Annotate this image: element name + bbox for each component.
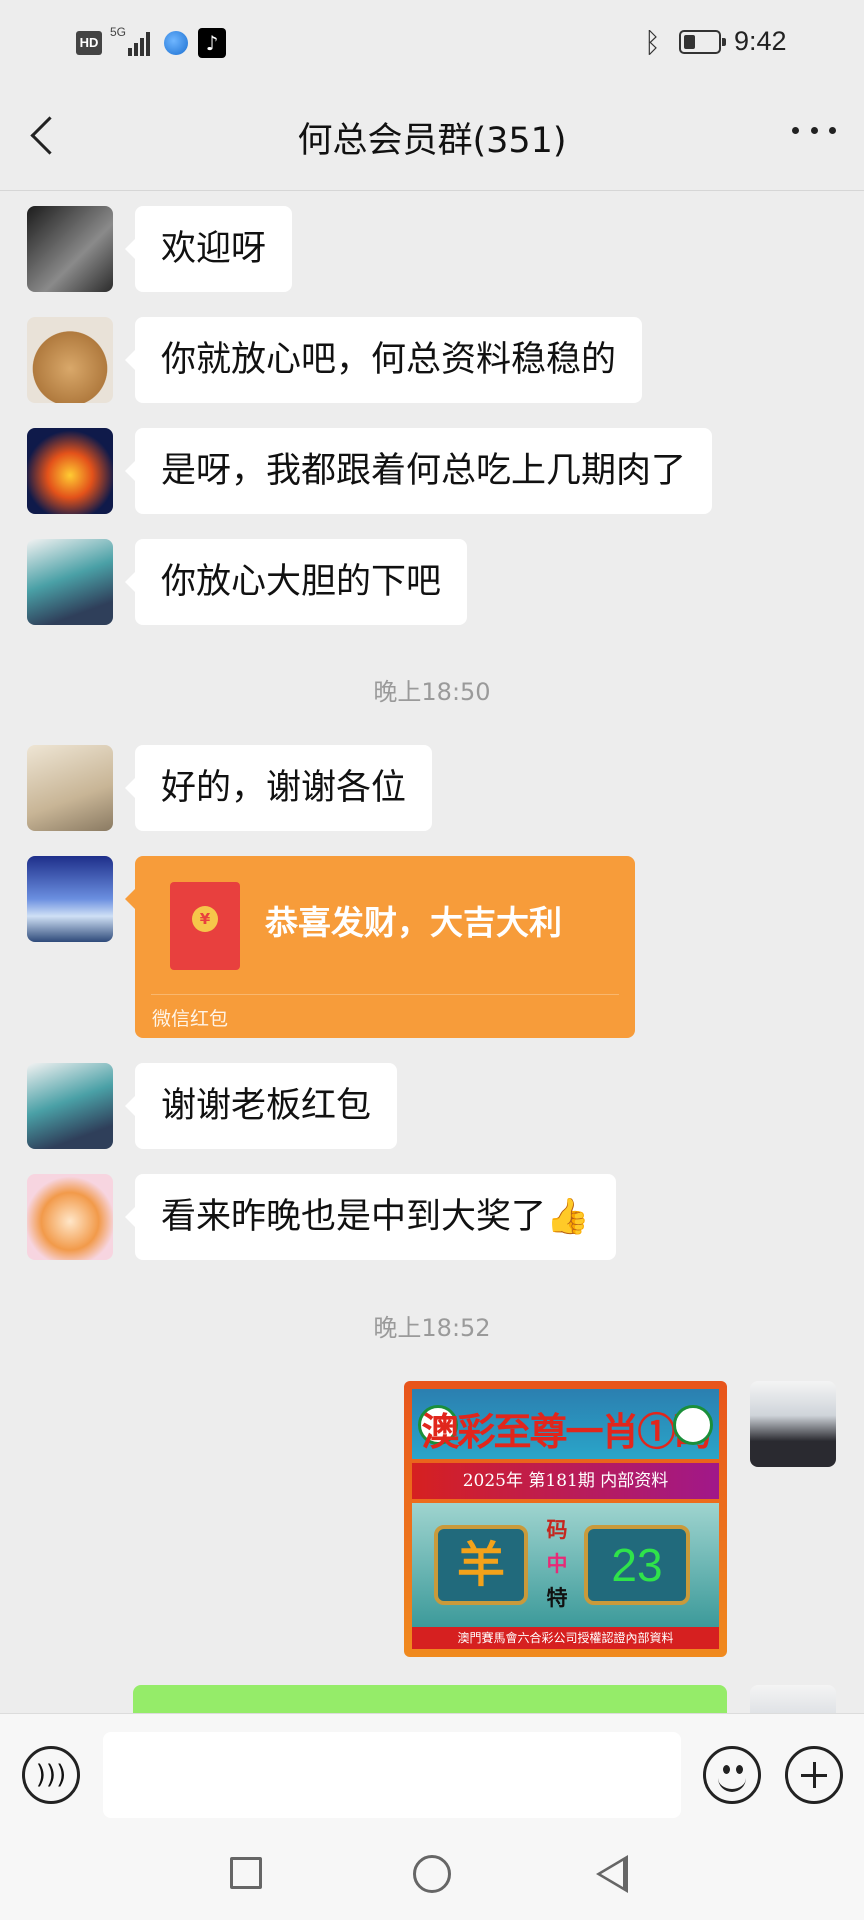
emblem-icon (673, 1405, 713, 1445)
system-nav-bar (0, 1835, 864, 1920)
middle-char: 码 (546, 1518, 568, 1542)
lottery-body: 羊 码 中 特 23 (412, 1503, 719, 1627)
recent-apps-icon[interactable] (230, 1857, 262, 1889)
input-bar: ))) (0, 1713, 864, 1836)
browser-icon (164, 31, 188, 55)
lottery-header: 澳彩至尊一肖①码 (412, 1389, 719, 1459)
message-input[interactable] (103, 1732, 681, 1818)
red-packet-label: 微信红包 (152, 1008, 229, 1030)
timestamp: 晚上18:50 (373, 678, 491, 706)
message-bubble[interactable]: 看来昨晚也是中到大奖了👍 (125, 1174, 616, 1260)
bluetooth-icon: ᛒ (644, 26, 661, 59)
coin-icon: ¥ (192, 906, 218, 932)
avatar[interactable] (27, 1063, 113, 1149)
signal-icon (128, 30, 154, 56)
message-bubble[interactable]: 你放心大胆的下吧 (124, 539, 468, 625)
battery-icon (679, 30, 726, 54)
avatar[interactable] (27, 428, 113, 514)
hd-icon: HD (76, 31, 102, 55)
timestamp: 晚上18:52 (373, 1314, 491, 1342)
avatar[interactable] (27, 206, 113, 292)
message-bubble[interactable]: 谢谢老板红包 (124, 1063, 398, 1149)
network-type: 5G (110, 25, 127, 39)
red-packet-title: 恭喜发财，大吉大利 (265, 903, 562, 942)
avatar[interactable] (27, 856, 113, 942)
clock: 9:42 (734, 26, 787, 56)
message-bubble[interactable]: 欢迎呀 (124, 206, 293, 292)
zodiac-sign: 羊 (434, 1525, 528, 1605)
divider (151, 994, 619, 995)
avatar[interactable] (27, 317, 113, 403)
status-bar: HD 5G ♪ ᛒ 9:42 (0, 0, 864, 86)
message-bubble[interactable]: 好的，谢谢各位 (124, 745, 433, 831)
more-dots-icon[interactable] (792, 122, 836, 138)
lottery-footer: 澳門賽馬會六合彩公司授權認證內部資料 (412, 1627, 719, 1649)
middle-char: 中 (546, 1552, 568, 1576)
lottery-middle: 码 中 特 (540, 1513, 574, 1615)
chat-title: 何总会员群(351) (297, 121, 567, 161)
red-packet[interactable]: ¥ 恭喜发财，大吉大利 微信红包 (125, 856, 635, 1038)
message-bubble[interactable]: 你就放心吧，何总资料稳稳的 (124, 317, 643, 403)
back-icon[interactable] (596, 1855, 628, 1893)
plus-icon[interactable] (785, 1746, 843, 1804)
avatar[interactable] (27, 745, 113, 831)
red-envelope-icon: ¥ (170, 882, 240, 970)
lottery-issue: 2025年 第181期 内部资料 (412, 1463, 719, 1499)
message-bubble[interactable]: 是呀，我都跟着何总吃上几期肉了 (124, 428, 713, 514)
home-icon[interactable] (413, 1855, 451, 1893)
lottery-number: 23 (584, 1525, 690, 1605)
avatar[interactable] (750, 1381, 836, 1467)
emoji-icon[interactable] (703, 1746, 761, 1804)
avatar[interactable] (27, 1174, 113, 1260)
chat-header: 何总会员群(351) (0, 86, 864, 191)
tiktok-icon: ♪ (198, 28, 226, 58)
avatar[interactable] (27, 539, 113, 625)
middle-char: 特 (546, 1586, 568, 1610)
lottery-image[interactable]: 澳彩至尊一肖①码 2025年 第181期 内部资料 羊 码 中 特 23 澳門賽… (404, 1381, 727, 1657)
voice-icon[interactable]: ))) (22, 1746, 80, 1804)
